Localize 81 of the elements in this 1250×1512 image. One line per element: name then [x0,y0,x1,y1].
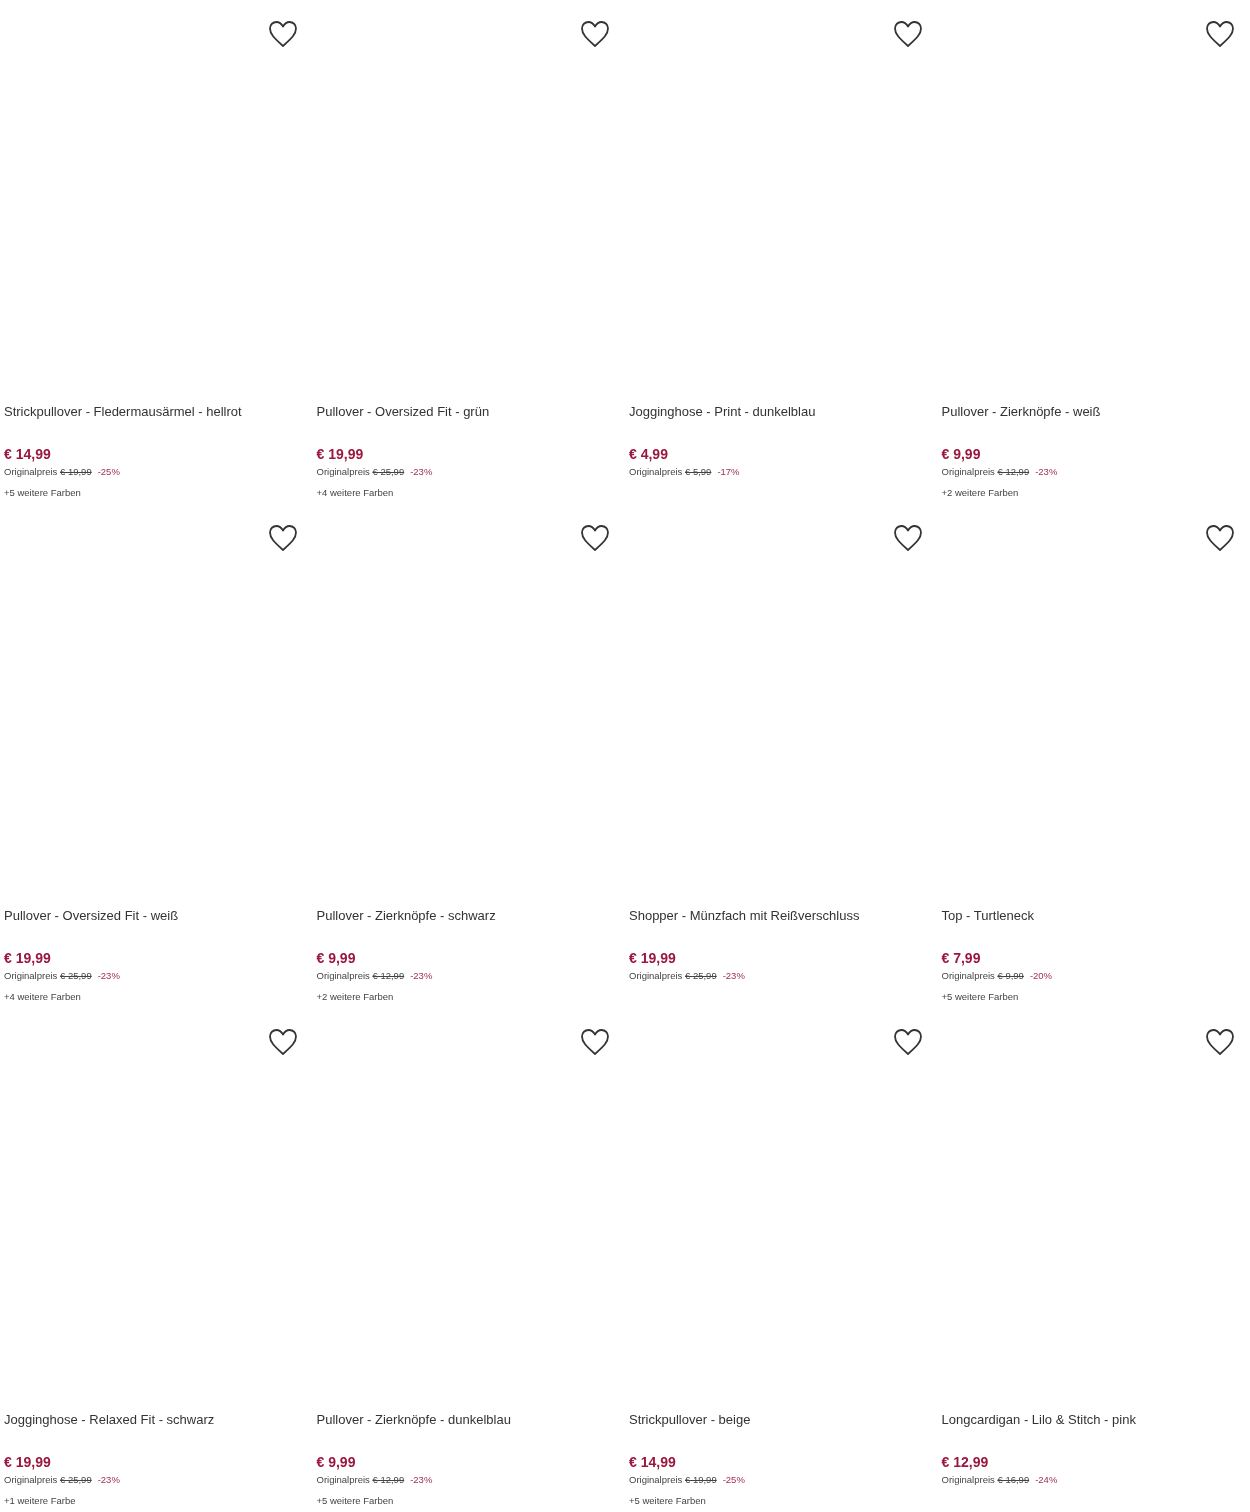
wishlist-heart-icon[interactable] [1205,20,1235,48]
original-price-label: Originalpreis [629,1474,683,1485]
wishlist-heart-icon[interactable] [1205,1028,1235,1056]
discount-text: -24% [1035,1474,1058,1485]
original-price: € 25,99 [59,970,92,981]
more-colors-link[interactable]: +1 weitere Farbe [4,1494,309,1508]
wishlist-heart-icon[interactable] [892,20,923,48]
product-price: € 4,99 [629,445,669,463]
product-price: € 19,99 [629,949,677,967]
product-title[interactable]: Top - Turtleneck [941,907,1246,925]
product-title[interactable]: Pullover - Zierknöpfe - schwarz [316,907,621,925]
wishlist-heart-icon[interactable] [580,20,610,48]
more-colors-link[interactable]: +4 weitere Farben [4,990,309,1004]
product-title[interactable]: Longcardigan - Lilo & Stitch - pink [941,1411,1246,1429]
product-price: € 14,99 [629,1453,677,1471]
product-title[interactable]: Strickpullover - beige [629,1411,934,1429]
original-price: € 25,99 [684,970,717,981]
product-title[interactable]: Pullover - Zierknöpfe - weiß [941,403,1246,421]
original-price: € 12,99 [372,1474,405,1485]
original-price-label: Originalpreis [316,466,370,477]
wishlist-heart-icon[interactable] [267,524,298,552]
original-price-label: Originalpreis [4,970,58,981]
more-colors-link[interactable]: +2 weitere Farben [941,486,1246,500]
more-colors-link[interactable]: +5 weitere Farben [941,990,1246,1004]
product-price: € 9,99 [316,949,357,967]
more-colors-link[interactable]: +4 weitere Farben [316,486,621,500]
original-price-label: Originalpreis [629,466,683,477]
wishlist-heart-icon[interactable] [267,1028,298,1056]
discount-text: -23% [410,970,433,981]
original-price: € 25,99 [59,1474,92,1485]
wishlist-heart-icon[interactable] [580,524,610,552]
discount-text: -17% [717,466,740,477]
product-price: € 7,99 [941,949,982,967]
original-price-label: Originalpreis [4,1474,58,1485]
wishlist-heart-icon[interactable] [892,524,923,552]
discount-text: -23% [1035,466,1058,477]
original-price: € 19,99 [59,466,92,477]
discount-text: -25% [97,466,120,477]
product-price: € 19,99 [4,949,52,967]
original-price-label: Originalpreis [629,970,683,981]
original-price: € 19,99 [684,1474,717,1485]
product-title[interactable]: Strickpullover - Fledermausärmel - hellrot [4,403,309,421]
original-price: € 25,99 [372,466,405,477]
product-price: € 14,99 [4,445,52,463]
original-price-label: Originalpreis [941,1474,995,1485]
original-price-label: Originalpreis [316,1474,370,1485]
original-price: € 5,99 [684,466,712,477]
product-title[interactable]: Jogginghose - Relaxed Fit - schwarz [4,1411,309,1429]
discount-text: -23% [97,1474,120,1485]
product-title[interactable]: Shopper - Münzfach mit Reißverschluss [629,907,934,925]
discount-text: -20% [1029,970,1053,981]
product-price: € 19,99 [316,445,365,463]
wishlist-heart-icon[interactable] [267,20,298,48]
original-price-label: Originalpreis [941,466,995,477]
more-colors-link[interactable]: +5 weitere Farben [629,1494,934,1508]
discount-text: -23% [97,970,120,981]
discount-text: -23% [722,970,745,981]
wishlist-heart-icon[interactable] [580,1028,610,1056]
product-price: € 9,99 [941,445,982,463]
product-price: € 12,99 [941,1453,990,1471]
more-colors-link[interactable]: +5 weitere Farben [4,486,309,500]
wishlist-heart-icon[interactable] [1205,524,1235,552]
original-price-label: Originalpreis [941,970,995,981]
discount-text: -23% [410,466,433,477]
original-price: € 12,99 [372,970,405,981]
original-price: € 12,99 [997,466,1030,477]
discount-text: -23% [410,1474,433,1485]
product-title[interactable]: Pullover - Oversized Fit - weiß [4,907,309,925]
product-title[interactable]: Pullover - Zierknöpfe - dunkelblau [316,1411,621,1429]
discount-text: -25% [722,1474,745,1485]
original-price-label: Originalpreis [316,970,370,981]
product-title[interactable]: Pullover - Oversized Fit - grün [316,403,621,421]
product-title[interactable]: Jogginghose - Print - dunkelblau [629,403,934,421]
more-colors-link[interactable]: +2 weitere Farben [316,990,621,1004]
original-price: € 16,99 [997,1474,1030,1485]
more-colors-link[interactable]: +5 weitere Farben [316,1494,621,1508]
original-price: € 9,99 [997,970,1024,981]
product-price: € 19,99 [4,1453,52,1471]
product-price: € 9,99 [316,1453,357,1471]
original-price-label: Originalpreis [4,466,58,477]
wishlist-heart-icon[interactable] [892,1028,923,1056]
